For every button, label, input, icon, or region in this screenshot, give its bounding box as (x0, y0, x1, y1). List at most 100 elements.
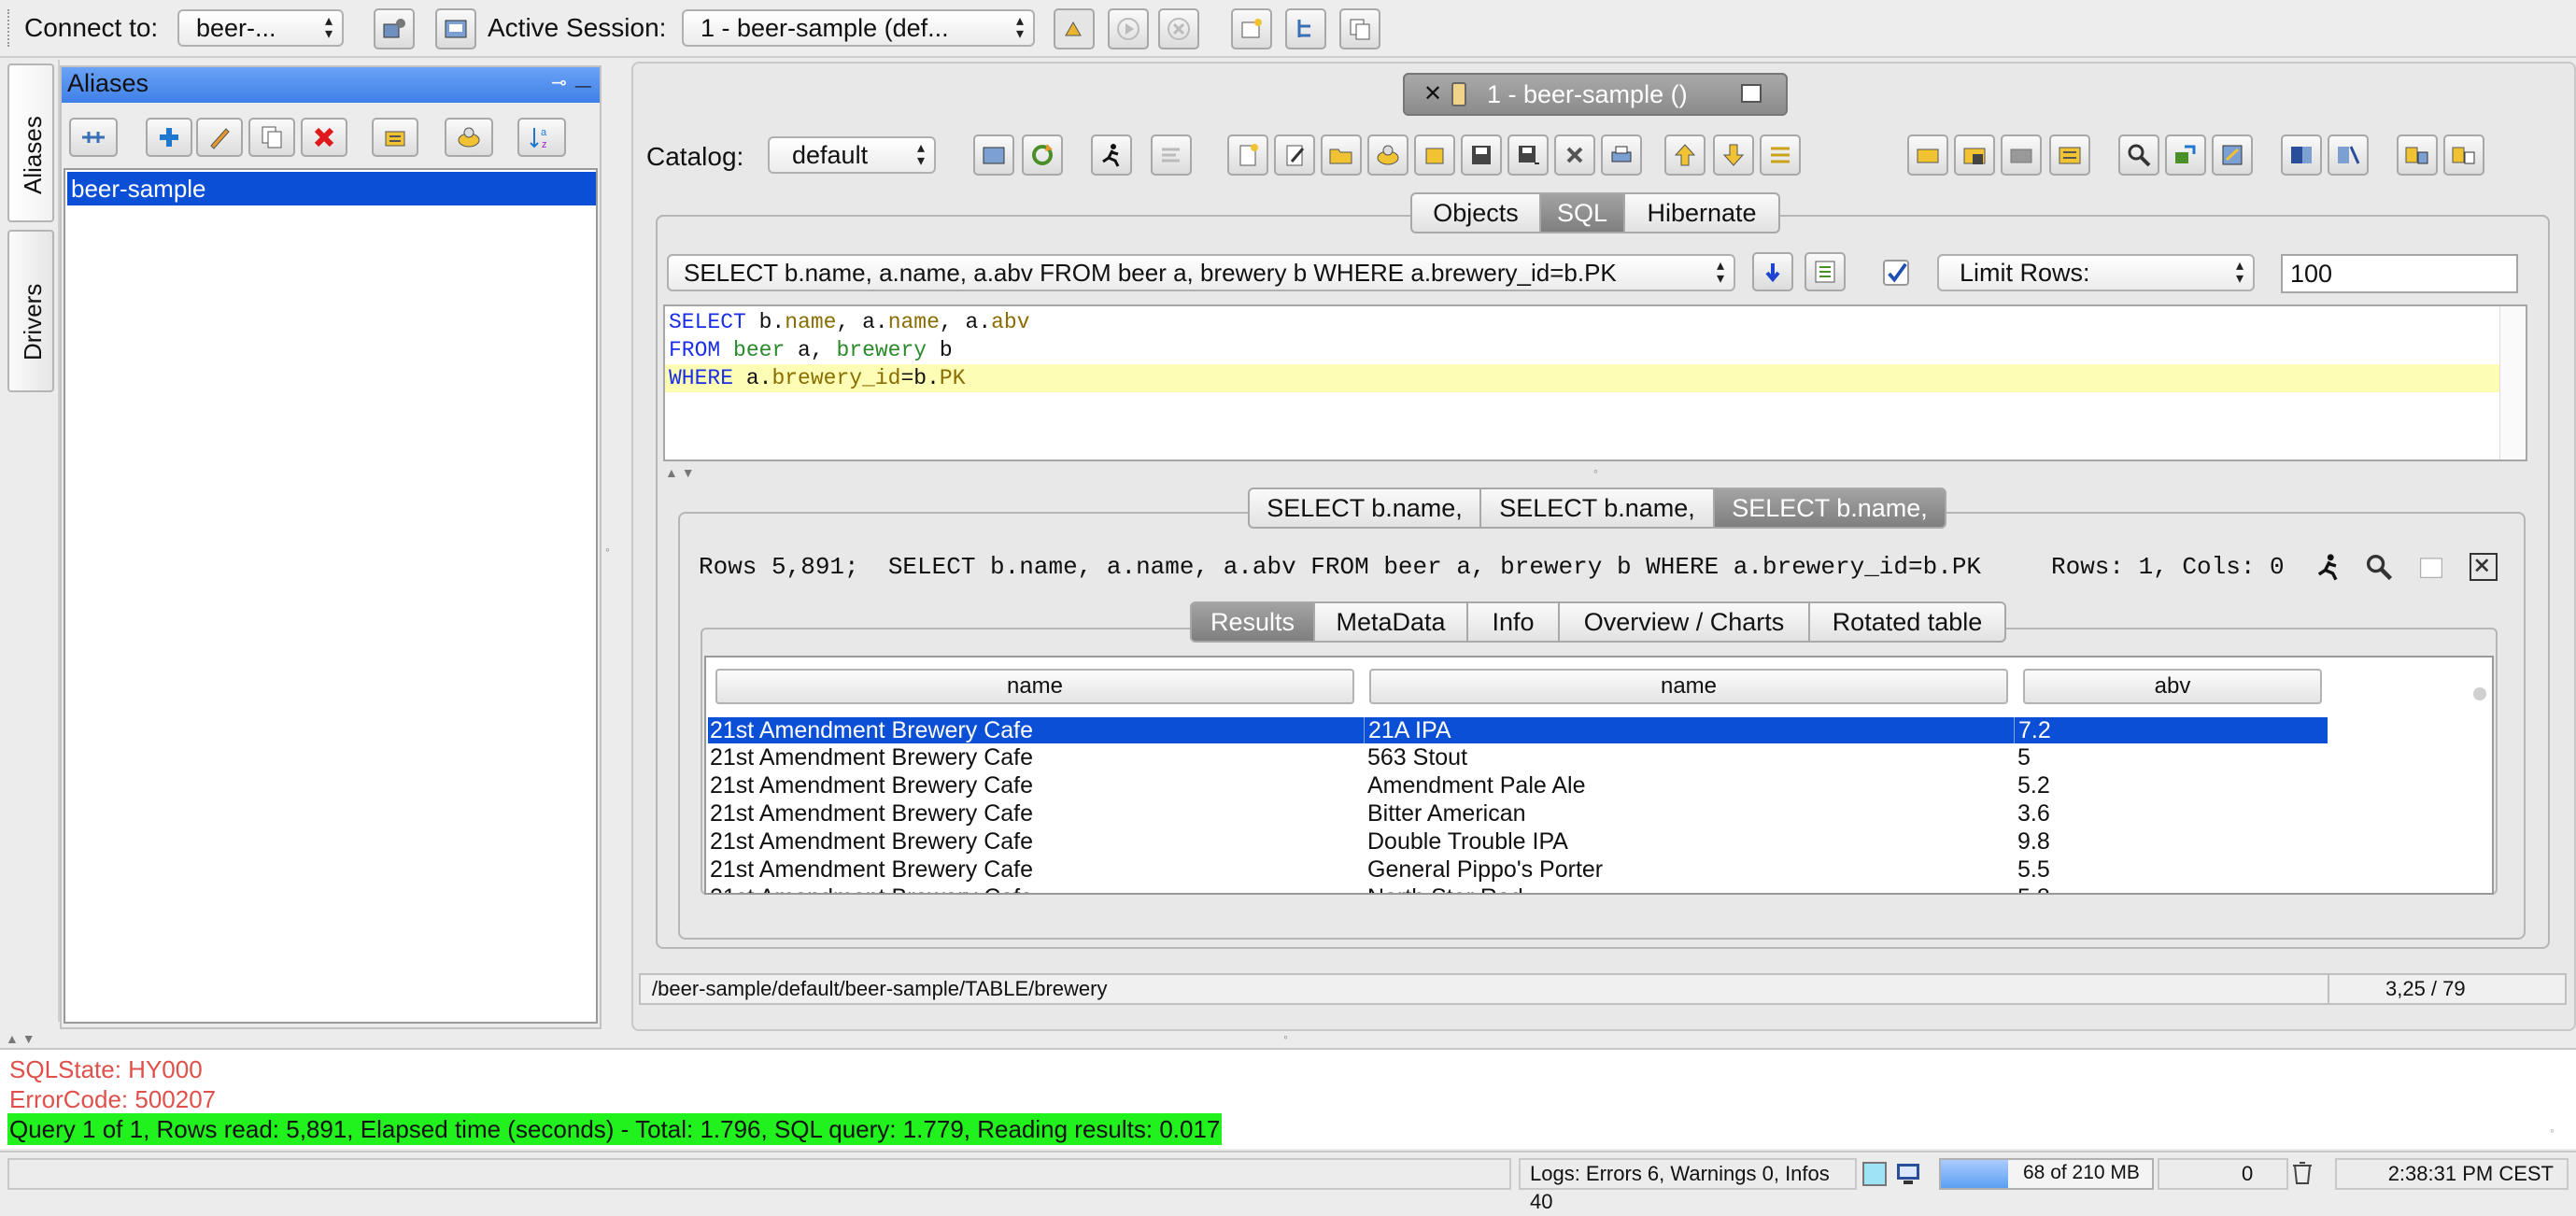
copy-alias-button[interactable] (248, 118, 295, 157)
close-result-icon[interactable] (2470, 553, 2498, 581)
copy-window-button[interactable] (1339, 8, 1380, 49)
editor-splitter-dot[interactable]: ◦ (1593, 463, 1598, 478)
connect-alias-button[interactable] (374, 8, 415, 49)
monitor-icon[interactable] (1894, 1160, 1922, 1188)
column-header-abv[interactable]: abv (2023, 669, 2322, 704)
sort-aliases-button[interactable]: az (517, 118, 566, 157)
sql-tools-button[interactable] (2397, 134, 2438, 176)
alias-properties-button[interactable] (372, 118, 418, 157)
garbage-collect-icon[interactable] (2288, 1158, 2320, 1190)
split-arrows-icon[interactable]: ▲ ▼ (6, 1031, 35, 1046)
replace-button[interactable] (2165, 134, 2206, 176)
tab-drivers[interactable]: Drivers (7, 230, 54, 392)
find-button[interactable] (2118, 134, 2159, 176)
rerun-icon[interactable] (2313, 551, 2346, 585)
sql-history-combo[interactable]: SELECT b.name, a.name, a.abv FROM beer a… (667, 254, 1735, 291)
commit-button[interactable] (1054, 8, 1095, 49)
close-file-button[interactable] (1554, 134, 1595, 176)
run-button[interactable] (1108, 8, 1149, 49)
table-row[interactable]: 21st Amendment Brewery Cafe Amendment Pal… (708, 771, 2328, 799)
column-header-brewery-name[interactable]: name (715, 669, 1354, 704)
limit-rows-combo[interactable]: Limit Rows: ▴ ▾ (1937, 254, 2255, 291)
tab-rotated-table[interactable]: Rotated table (1808, 601, 2006, 643)
tab-hibernate[interactable]: Hibernate (1623, 192, 1780, 233)
tab-results[interactable]: Results (1190, 601, 1315, 643)
alias-item[interactable]: beer-sample (67, 172, 596, 205)
catalog-combo[interactable]: default ▴ ▾ (768, 136, 936, 174)
table-row[interactable]: 21st Amendment Brewery Cafe Double Troubl… (708, 827, 2328, 855)
import-button[interactable] (2328, 134, 2369, 176)
column-header-beer-name[interactable]: name (1369, 669, 2008, 704)
tab-overview-charts[interactable]: Overview / Charts (1558, 601, 1810, 643)
session-tab[interactable]: ✕ 1 - beer-sample () (1403, 73, 1788, 116)
tab-metadata[interactable]: MetaData (1313, 601, 1468, 643)
stop-button[interactable] (1158, 8, 1199, 49)
align-button[interactable] (1151, 134, 1192, 176)
table-row[interactable]: 21st Amendment Brewery Cafe Bitter Americ… (708, 799, 2328, 827)
bookmark-button[interactable] (1907, 134, 1948, 176)
new-window-button[interactable] (1231, 8, 1272, 49)
refresh-button[interactable] (1022, 134, 1063, 176)
memory-usage-bar[interactable]: 68 of 210 MB (1939, 1158, 2154, 1190)
previous-sql-button[interactable] (1664, 134, 1706, 176)
print-button[interactable] (1601, 134, 1642, 176)
limit-rows-checkbox[interactable] (1883, 260, 1909, 286)
aliases-list[interactable]: beer-sample (64, 168, 598, 1024)
history-list-button[interactable] (1805, 252, 1846, 291)
split-arrows-icon[interactable]: ▲ ▼ (665, 465, 695, 480)
result-tab-3[interactable]: SELECT b.name, (1713, 488, 1946, 529)
logs-indicator-icon[interactable] (1862, 1162, 1887, 1186)
sql-editor[interactable]: SELECT b.name, a.name, a.abv FROM beer a… (663, 304, 2527, 461)
splitter-handle[interactable]: ◦ (605, 542, 610, 557)
add-alias-button[interactable] (146, 118, 192, 157)
tab-sql[interactable]: SQL (1539, 192, 1625, 233)
edit-alias-button[interactable] (196, 118, 243, 157)
table-row[interactable]: 21st Amendment Brewery Cafe 563 Stout 5 (708, 743, 2328, 771)
session-properties-button[interactable] (973, 134, 1014, 176)
connect-alias-tool-button[interactable] (69, 118, 118, 157)
close-tab-icon[interactable]: ✕ (1423, 75, 1442, 114)
find-result-icon[interactable] (2363, 551, 2397, 585)
delete-alias-button[interactable] (301, 118, 347, 157)
new-session-button[interactable] (435, 8, 476, 49)
bookmark-run-button[interactable] (2049, 134, 2090, 176)
editor-scrollbar[interactable] (2499, 306, 2526, 460)
tab-objects[interactable]: Objects (1410, 192, 1541, 233)
table-row[interactable]: 21st Amendment Brewery Cafe North Star Re… (708, 884, 2328, 893)
export-button[interactable] (2281, 134, 2322, 176)
connect-combo[interactable]: beer-... ▴ ▾ (177, 9, 344, 47)
add-bookmark-button[interactable] (1954, 134, 1995, 176)
alias-scripts-button[interactable] (445, 118, 493, 157)
table-scrollbar[interactable] (2470, 684, 2490, 893)
window-icon[interactable] (1741, 84, 1762, 103)
select-sql-button[interactable] (1760, 134, 1801, 176)
format-button[interactable] (2212, 134, 2253, 176)
minimize-icon[interactable]: _ (575, 60, 591, 92)
tree-button[interactable] (1285, 8, 1326, 49)
message-resize-grip[interactable]: ◦ (2550, 1123, 2555, 1138)
pin-icon[interactable]: ⊸ (551, 71, 567, 94)
tab-aliases[interactable]: Aliases (7, 64, 54, 222)
sql-tools2-button[interactable] (2443, 134, 2484, 176)
bookmark-edit-button[interactable] (2001, 134, 2042, 176)
new-file-button[interactable] (1227, 134, 1268, 176)
next-sql-button[interactable] (1713, 134, 1754, 176)
open-file-button[interactable] (1321, 134, 1362, 176)
logs-summary[interactable]: Logs: Errors 6, Warnings 0, Infos 40 (1519, 1158, 1857, 1213)
scripts-button[interactable] (1367, 134, 1408, 176)
save-as-button[interactable] (1507, 134, 1549, 176)
result-tab-2[interactable]: SELECT b.name, (1479, 488, 1715, 529)
edit-file-button[interactable] (1274, 134, 1315, 176)
result-window-icon[interactable] (2415, 551, 2449, 585)
table-row[interactable]: 21st Amendment Brewery Cafe General Pippo… (708, 855, 2328, 884)
table-row[interactable]: 21st Amendment Brewery Cafe 21A IPA 7.2 (708, 717, 2328, 743)
save-button[interactable] (1461, 134, 1502, 176)
horizontal-splitter-dot[interactable]: ◦ (1283, 1029, 1288, 1044)
append-file-button[interactable] (1414, 134, 1455, 176)
limit-rows-input[interactable]: 100 (2281, 254, 2518, 293)
session-combo[interactable]: 1 - beer-sample (def... ▴ ▾ (682, 9, 1035, 47)
result-tab-1[interactable]: SELECT b.name, (1248, 488, 1481, 529)
scroll-thumb[interactable] (2473, 687, 2486, 700)
run-sql-button[interactable] (1091, 134, 1132, 176)
paste-history-button[interactable] (1752, 252, 1793, 291)
